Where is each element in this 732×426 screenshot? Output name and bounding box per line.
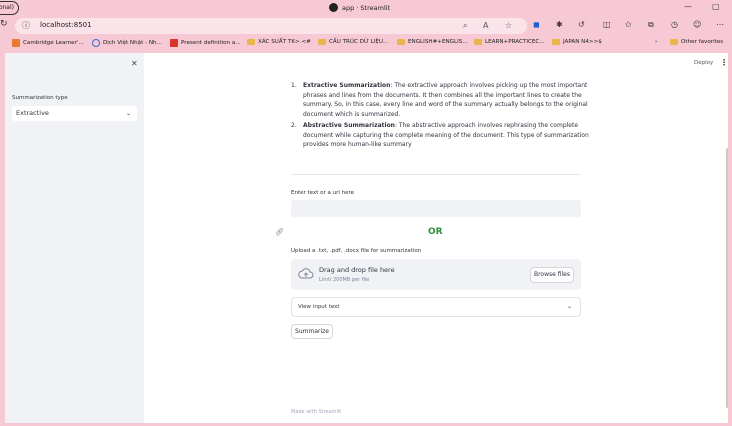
- favorite-item[interactable]: JAPAN N4>>$: [552, 39, 602, 45]
- github-icon: [329, 3, 338, 12]
- title-bar: onal) app · Streamlit — ▢: [0, 0, 732, 17]
- history-icon[interactable]: ◷: [671, 20, 678, 29]
- favorites-bar: Cambridge Learner'... Dịch Việt Nhật - N…: [0, 36, 732, 50]
- summarization-type-select[interactable]: Extractive ⌄: [12, 106, 137, 121]
- dropzone-title: Drag and drop file here: [319, 266, 395, 274]
- folder-icon: [318, 39, 326, 45]
- extension-icon[interactable]: ◼: [533, 20, 540, 29]
- maximize-icon[interactable]: ▢: [712, 2, 720, 11]
- file-dropzone[interactable]: Drag and drop file here Limit 200MB per …: [291, 259, 581, 290]
- translate-icon: [92, 39, 100, 47]
- expander-label: View input text: [298, 304, 340, 310]
- favorite-item[interactable]: LEARN+PRACTICEC...: [474, 39, 545, 45]
- favorites-icon[interactable]: ✩: [625, 20, 632, 29]
- folder-icon: [552, 39, 560, 45]
- profile-icon[interactable]: ☺: [693, 20, 701, 29]
- list-item: 1. Extractive Summarization: The extract…: [291, 82, 588, 118]
- folder-icon: [670, 39, 678, 45]
- text-url-input[interactable]: [291, 200, 581, 217]
- profile-button[interactable]: onal): [0, 1, 19, 15]
- refresh-extension-icon[interactable]: ↺: [578, 20, 585, 29]
- favorite-item[interactable]: ENGLISH#+ENGLIS...: [397, 39, 468, 45]
- view-input-expander[interactable]: View input text ⌄: [291, 297, 581, 317]
- address-bar[interactable]: ⓘ localhost:8501 ⌕ A ☆: [15, 18, 527, 34]
- window-title: app · Streamlit: [329, 3, 390, 12]
- folder-icon: [247, 39, 255, 45]
- favorite-item[interactable]: Dịch Việt Nhật - Nh...: [92, 39, 162, 47]
- favorite-item[interactable]: Other favorites: [670, 39, 723, 45]
- cambridge-icon: [12, 39, 20, 47]
- scrollbar[interactable]: [726, 148, 728, 408]
- summarize-button[interactable]: Summarize: [291, 324, 333, 339]
- extension-icon[interactable]: ✱: [556, 20, 563, 29]
- read-aloud-icon[interactable]: A: [483, 21, 488, 30]
- summarization-type-label: Summarization type: [12, 95, 68, 101]
- menu-kebab-icon[interactable]: ⋮: [720, 58, 728, 67]
- split-screen-icon[interactable]: ◫: [603, 20, 611, 29]
- close-sidebar-icon[interactable]: ✕: [131, 59, 138, 68]
- browse-files-button[interactable]: Browse files: [530, 267, 574, 283]
- favorite-item[interactable]: XÁC SUẤT TK>.<#: [247, 39, 311, 45]
- url-text[interactable]: localhost:8501: [40, 21, 92, 29]
- favorite-item[interactable]: Present definition a...: [170, 39, 241, 47]
- method-title: Extractive Summarization: [303, 82, 391, 89]
- summarization-type-value: Extractive: [16, 109, 49, 117]
- address-row: ↻ ⓘ localhost:8501 ⌕ A ☆ ◼ ✱ ↺ ◫ ✩ ⧉ ◷ ☺…: [0, 17, 732, 35]
- divider: [291, 174, 581, 175]
- main-content: Deploy ⋮ 1. Extractive Summarization: Th…: [144, 53, 728, 423]
- text-input-label: Enter text or a url here: [291, 190, 355, 196]
- favorite-item[interactable]: CẤU TRÚC DỮ LIỆU...: [318, 39, 388, 45]
- favorite-star-icon[interactable]: ☆: [505, 21, 512, 30]
- window-title-text: app · Streamlit: [342, 3, 391, 12]
- deploy-button[interactable]: Deploy: [694, 60, 713, 66]
- list-item: 2. Abstractive Summarization: The abstra…: [291, 122, 589, 148]
- dropzone-limit: Limit 200MB per file: [319, 277, 370, 283]
- folder-icon: [397, 39, 405, 45]
- method-list: 1. Extractive Summarization: The extract…: [291, 81, 591, 152]
- folder-icon: [474, 39, 482, 45]
- zoom-icon[interactable]: ⌕: [463, 21, 467, 31]
- or-heading: OR: [428, 227, 443, 237]
- method-title: Abstractive Summarization: [303, 122, 395, 129]
- chevron-down-icon: ⌄: [566, 303, 572, 310]
- chevron-down-icon: ⌄: [125, 110, 131, 117]
- more-menu-icon[interactable]: ⋯: [716, 20, 724, 29]
- collections-icon[interactable]: ⧉: [648, 20, 654, 30]
- favorite-item[interactable]: Cambridge Learner'...: [12, 39, 84, 47]
- info-icon[interactable]: ⓘ: [22, 20, 30, 31]
- anchor-link-icon[interactable]: 🔗︎: [275, 228, 284, 236]
- footer-text[interactable]: Made with Streamlit: [291, 409, 341, 415]
- minimize-icon[interactable]: —: [684, 2, 692, 11]
- cloud-upload-icon: [298, 268, 314, 279]
- refresh-icon[interactable]: ↻: [0, 19, 8, 29]
- sidebar: ✕ Summarization type Extractive ⌄: [5, 53, 144, 423]
- chevron-right-icon[interactable]: ›: [655, 39, 657, 45]
- dictionary-icon: [170, 39, 178, 47]
- upload-label: Upload a .txt, .pdf, .docx file for summ…: [291, 248, 422, 254]
